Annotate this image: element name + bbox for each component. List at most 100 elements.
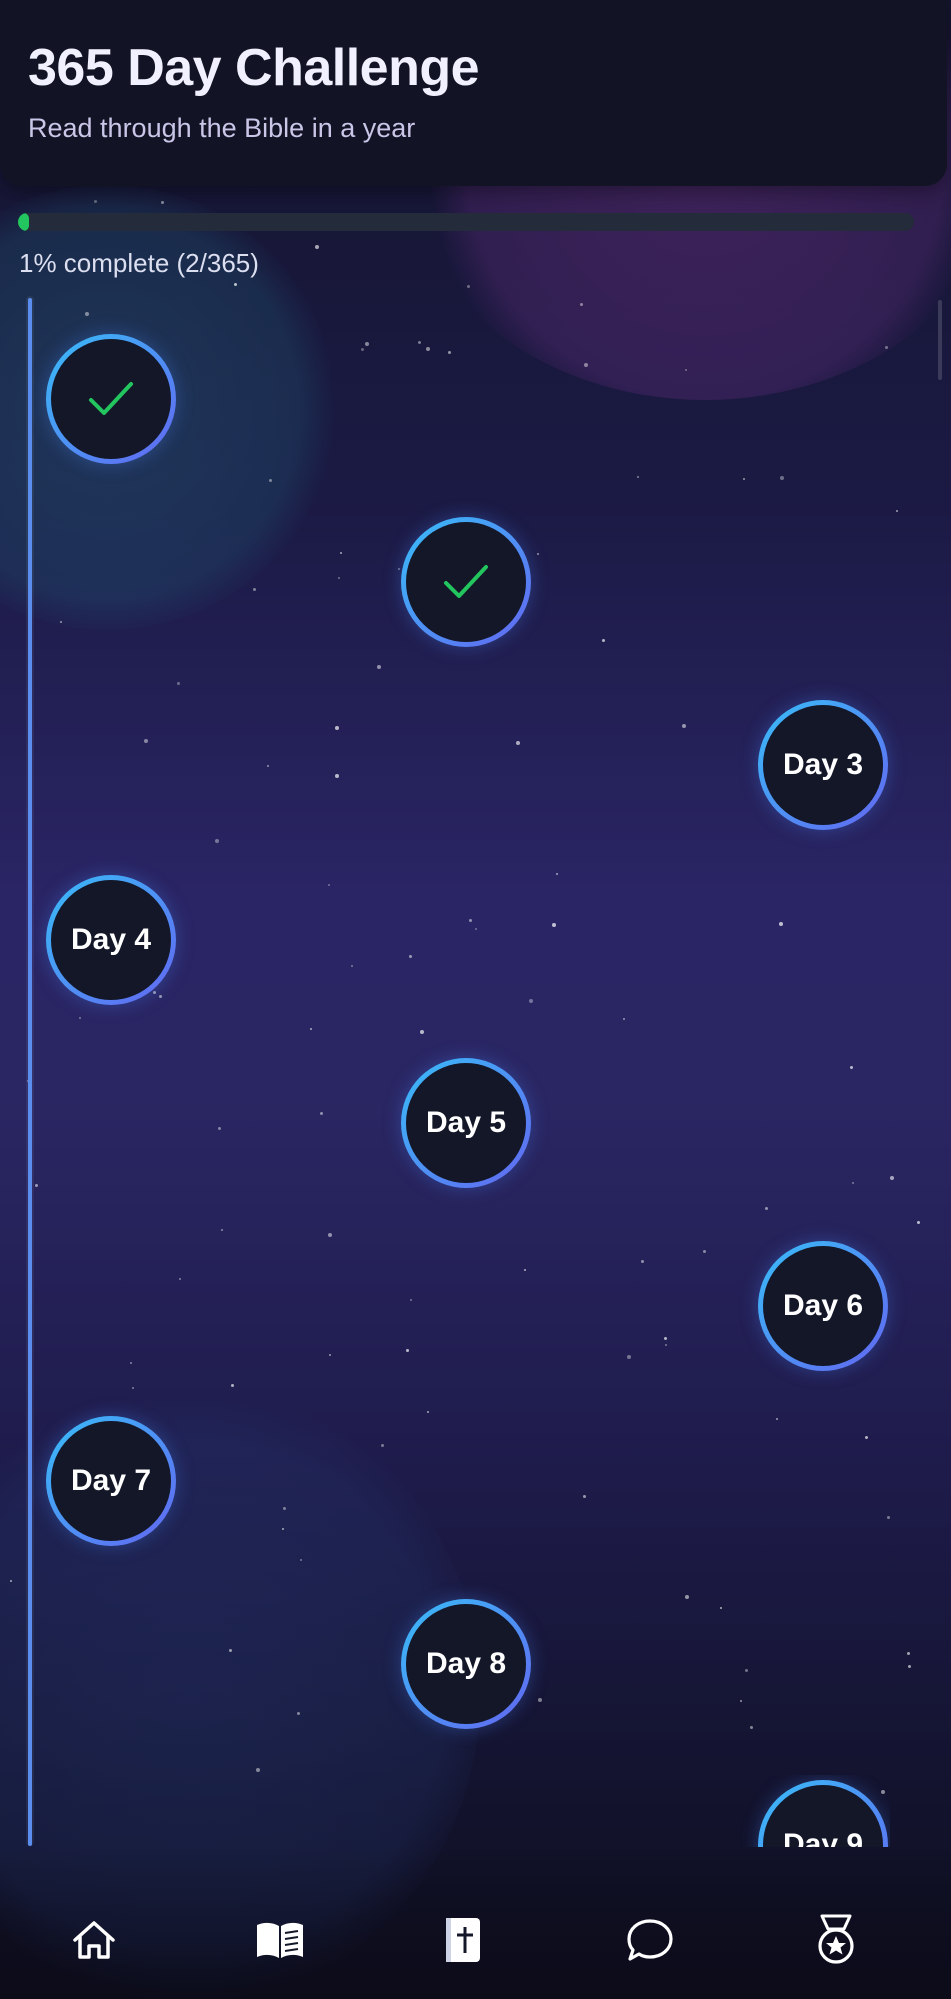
- star: [529, 999, 533, 1003]
- star: [159, 995, 162, 998]
- nav-achievements[interactable]: [806, 1910, 866, 1970]
- star: [885, 346, 888, 349]
- star: [328, 884, 330, 886]
- star: [218, 1127, 221, 1130]
- page-title: 365 Day Challenge: [28, 39, 480, 97]
- day-label: Day 9: [782, 1828, 864, 1847]
- star: [381, 1444, 384, 1447]
- star: [475, 928, 477, 930]
- nav-chat[interactable]: [620, 1910, 680, 1970]
- star: [665, 1344, 667, 1346]
- day-node-4[interactable]: Day 4: [46, 875, 176, 1005]
- star: [130, 1362, 132, 1364]
- star: [144, 739, 148, 743]
- nav-reading[interactable]: [250, 1910, 310, 1970]
- star: [60, 621, 62, 623]
- star: [253, 588, 256, 591]
- day-label: Day 5: [425, 1106, 507, 1139]
- star: [282, 1528, 284, 1530]
- star: [584, 363, 588, 367]
- star: [896, 510, 898, 512]
- star: [283, 1507, 286, 1510]
- star: [627, 1355, 631, 1359]
- day-node-1[interactable]: [46, 334, 176, 464]
- star: [516, 741, 520, 745]
- star: [418, 341, 421, 344]
- star: [153, 991, 156, 994]
- star: [315, 245, 319, 249]
- star: [467, 285, 470, 288]
- star: [300, 1559, 302, 1561]
- star: [743, 478, 745, 480]
- home-icon: [71, 1918, 117, 1962]
- scrollbar-thumb[interactable]: [938, 300, 942, 380]
- star: [583, 1495, 586, 1498]
- day-label: Day 4: [70, 923, 152, 956]
- star: [580, 303, 583, 306]
- star: [409, 955, 412, 958]
- star: [132, 1387, 134, 1389]
- checkmark-icon: [87, 379, 135, 419]
- day-node-inner: Day 6: [763, 1246, 883, 1366]
- star: [852, 1182, 854, 1184]
- star: [335, 774, 339, 778]
- page-subtitle: Read through the Bible in a year: [28, 113, 416, 143]
- star: [552, 923, 556, 927]
- day-node-5[interactable]: Day 5: [401, 1058, 531, 1188]
- star: [234, 283, 237, 286]
- star: [917, 1221, 920, 1224]
- day-node-2[interactable]: [401, 517, 531, 647]
- day-node-inner: Day 3: [763, 705, 883, 825]
- day-node-6[interactable]: Day 6: [758, 1241, 888, 1371]
- star: [221, 1229, 223, 1231]
- day-node-inner: Day 8: [406, 1604, 526, 1724]
- day-node-9-clip: Day 9: [740, 1775, 890, 1847]
- day-node-inner: Day 9: [763, 1785, 883, 1847]
- star: [351, 965, 353, 967]
- star: [779, 922, 783, 926]
- nav-bible[interactable]: [433, 1910, 493, 1970]
- star: [161, 201, 164, 204]
- star: [229, 1649, 232, 1652]
- day-node-7[interactable]: Day 7: [46, 1416, 176, 1546]
- day-label: Day 8: [425, 1647, 507, 1680]
- star: [329, 1354, 331, 1356]
- day-label: Day 6: [782, 1289, 864, 1322]
- star: [865, 1436, 868, 1439]
- star: [750, 1726, 753, 1729]
- star: [682, 724, 686, 728]
- star: [10, 1580, 12, 1582]
- star: [79, 1017, 81, 1019]
- star: [745, 1669, 748, 1672]
- star: [664, 1337, 667, 1340]
- star: [267, 765, 269, 767]
- star: [685, 369, 687, 371]
- star: [765, 1207, 768, 1210]
- star: [524, 1269, 526, 1271]
- star: [361, 348, 364, 351]
- star: [215, 839, 219, 843]
- star: [335, 726, 339, 730]
- star: [340, 552, 342, 554]
- star: [256, 1768, 260, 1772]
- day-node-inner: Day 7: [51, 1421, 171, 1541]
- star: [406, 1349, 409, 1352]
- star: [94, 200, 97, 203]
- day-label: Day 7: [70, 1464, 152, 1497]
- star: [890, 1176, 894, 1180]
- header: 365 Day Challenge Read through the Bible…: [0, 0, 947, 186]
- progress-label: 1% complete (2/365): [19, 248, 259, 278]
- star: [377, 665, 381, 669]
- day-node-8[interactable]: Day 8: [401, 1599, 531, 1729]
- star: [297, 1712, 300, 1715]
- day-node-3[interactable]: Day 3: [758, 700, 888, 830]
- star: [685, 1595, 689, 1599]
- star: [887, 1516, 890, 1519]
- day-node-inner: [406, 522, 526, 642]
- nav-home[interactable]: [64, 1910, 124, 1970]
- star: [537, 553, 539, 555]
- day-node-9[interactable]: Day 9: [758, 1780, 888, 1847]
- star: [776, 1418, 778, 1420]
- star: [740, 1700, 742, 1702]
- star: [269, 479, 272, 482]
